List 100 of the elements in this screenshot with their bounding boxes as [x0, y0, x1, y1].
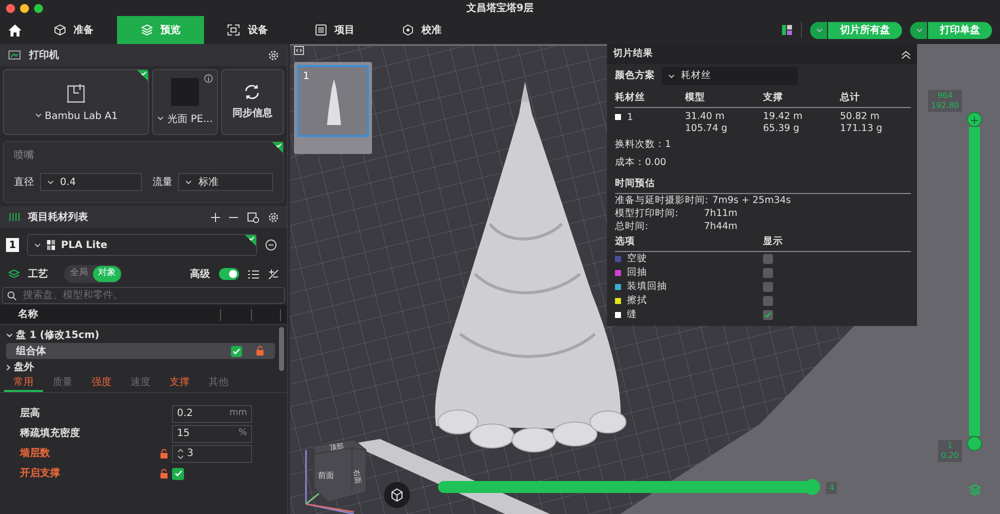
checkbox[interactable]	[763, 296, 773, 306]
plate-selector[interactable]: 光面 PE...	[152, 69, 218, 135]
section-title: 项目耗材列表	[28, 210, 88, 224]
checkbox[interactable]	[231, 346, 242, 356]
nav-tab[interactable]: 准备	[30, 16, 117, 44]
select-field[interactable]: 耗材丝	[662, 67, 798, 85]
axis-drawing	[305, 449, 355, 514]
collapse-icon[interactable]	[901, 50, 911, 58]
checkbox[interactable]	[763, 310, 773, 320]
switch-label: 高级	[190, 267, 210, 282]
time-value: 7h44m	[704, 220, 738, 233]
slider-handle[interactable]	[804, 479, 820, 495]
lock-icon[interactable]	[256, 346, 264, 356]
nav-tab[interactable]: 校准	[378, 16, 465, 44]
search-box[interactable]: 搜索盘、模型和零件。	[2, 287, 285, 304]
column-header: 选项	[615, 235, 635, 249]
table-cell-text: 171.13 g	[840, 123, 884, 136]
spool-edit-icon[interactable]	[247, 212, 259, 222]
list-icon[interactable]	[314, 24, 326, 36]
time-label: 总时间:	[615, 220, 650, 233]
filament-selector[interactable]: PLA Lite	[27, 234, 257, 256]
column-header: 模型	[685, 92, 705, 103]
scrollbar[interactable]	[279, 327, 284, 371]
field-label: 流量	[152, 176, 172, 190]
settings-tab[interactable]: 支撑	[160, 374, 199, 392]
option-label: 擦拭	[627, 294, 647, 308]
move-slider[interactable]	[438, 481, 818, 493]
checkbox[interactable]	[172, 468, 184, 480]
checkmark-icon	[172, 468, 184, 479]
select-field[interactable]: 0.4	[40, 173, 142, 191]
filament-number: 1	[6, 238, 19, 252]
time-value: 7h11m	[704, 207, 738, 220]
sync-button[interactable]: 同步信息	[220, 69, 284, 135]
setting-label: 开启支撑	[20, 466, 61, 481]
lock-icon[interactable]	[160, 448, 168, 458]
filament-icon	[8, 212, 20, 222]
stepper-icon[interactable]	[177, 448, 184, 460]
checkbox[interactable]	[763, 282, 773, 292]
device-icon[interactable]	[227, 24, 240, 36]
minimize-button[interactable]	[20, 4, 29, 12]
column-header: 名称	[18, 308, 39, 322]
settings-tab[interactable]: 强度	[82, 374, 121, 392]
compare-icon[interactable]	[268, 268, 279, 280]
search-field[interactable]: 搜索盘、模型和零件。	[21, 287, 261, 304]
tree-item[interactable]: 组合体	[16, 344, 46, 358]
caret-icon	[34, 113, 42, 118]
info-icon[interactable]	[204, 74, 213, 83]
advanced-switch[interactable]	[219, 268, 239, 280]
window-title: 文昌塔宝塔9层	[466, 1, 534, 16]
sync-icon	[243, 84, 262, 100]
tree-item[interactable]: 盘外	[14, 360, 34, 374]
caret-icon	[185, 180, 192, 184]
spinner-field[interactable]: 3	[172, 444, 252, 462]
table-cell-text: 65.39 g	[763, 123, 800, 136]
hexagon-icon[interactable]	[402, 24, 414, 36]
add-icon[interactable]	[211, 212, 220, 222]
plate-thumbnail[interactable]: 1	[294, 62, 372, 154]
table-cell-text: 105.74 g	[685, 123, 728, 136]
number-field[interactable]: 0.2 mm	[172, 404, 252, 422]
cube-icon[interactable]	[54, 24, 66, 36]
printer-selector[interactable]: Bambu Lab A1	[3, 69, 150, 135]
column-header: 耗材丝	[615, 92, 645, 103]
nav-tab[interactable]: 设备	[204, 16, 291, 44]
time-label: 准备与延时摄影时间:	[615, 194, 708, 207]
collapse-icon[interactable]	[294, 46, 304, 55]
plate-layout-icon[interactable]	[781, 24, 793, 36]
dropdown-button[interactable]	[910, 22, 927, 38]
close-button[interactable]	[6, 4, 15, 12]
reset-view-icon[interactable]	[384, 482, 410, 508]
column-header: 显示	[763, 235, 783, 249]
checkbox[interactable]	[763, 268, 773, 278]
number-field[interactable]: 15 %	[172, 424, 252, 442]
slider-handle[interactable]	[967, 436, 982, 451]
checkbox[interactable]	[763, 254, 773, 264]
check-icon	[272, 142, 283, 153]
tree-item[interactable]: 盘 1 (修改15cm)	[16, 328, 100, 342]
select-field[interactable]: 标准	[178, 173, 273, 191]
option-label: 缝	[627, 308, 637, 322]
lock-icon[interactable]	[160, 468, 168, 478]
layer-slider[interactable]	[969, 127, 980, 436]
caret-icon[interactable]	[6, 364, 11, 370]
settings-icon[interactable]	[268, 212, 279, 222]
caret-icon	[34, 242, 41, 248]
table-cell-text: 31.40 m	[685, 111, 726, 124]
section-title: 工艺	[28, 268, 48, 282]
settings-icon[interactable]	[268, 50, 279, 60]
field-label: 颜色方案	[615, 68, 656, 83]
settings-tab[interactable]: 常用	[4, 374, 43, 392]
setting-label: 墙层数	[20, 446, 51, 461]
check-icon	[245, 235, 256, 246]
view-cube[interactable]	[314, 439, 366, 503]
zoom-button[interactable]	[34, 4, 43, 12]
slider-label: 4	[826, 482, 838, 494]
dropdown-button[interactable]	[810, 22, 827, 38]
caret-icon[interactable]	[6, 332, 13, 338]
home-icon[interactable]	[8, 24, 22, 36]
nav-tab[interactable]: 项目	[291, 16, 378, 44]
slider-handle[interactable]	[967, 112, 982, 127]
list-icon[interactable]	[248, 270, 259, 278]
remove-circle-icon[interactable]	[265, 239, 277, 251]
